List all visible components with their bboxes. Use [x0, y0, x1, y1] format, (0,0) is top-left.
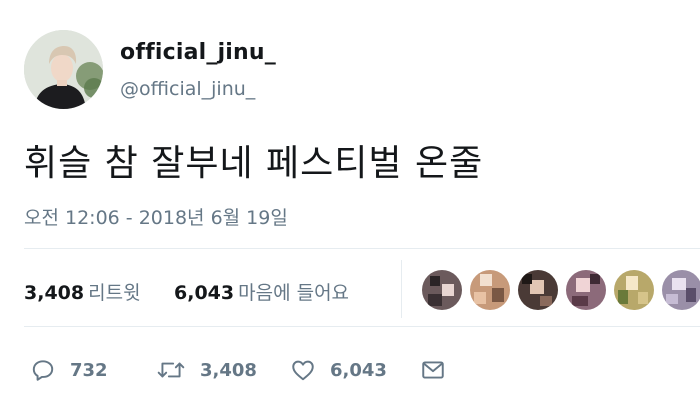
tweet-header: official_jinu_ @official_jinu_	[24, 30, 684, 110]
tweet-actions: 732 3,408 6,043	[24, 350, 700, 390]
tweet-text: 휘슬 참 잘부네 페스티벌 온줄	[24, 143, 484, 184]
liker-avatar[interactable]	[566, 270, 606, 310]
retweet-button[interactable]: 3,408	[156, 350, 257, 390]
tweet-timestamp[interactable]: 오전 12:06 - 2018년 6월 19일	[24, 203, 288, 230]
tweet-stats: 3,408 리트윗 6,043 마음에 들어요	[24, 260, 700, 318]
user-avatar-icon	[422, 270, 462, 310]
user-avatar-icon	[470, 270, 510, 310]
user-avatar-icon	[662, 270, 700, 310]
reply-icon	[30, 357, 56, 383]
liker-avatar[interactable]	[662, 270, 700, 310]
retweet-count: 3,408	[200, 359, 257, 381]
likes-stat[interactable]: 6,043 마음에 들어요	[174, 278, 349, 305]
avatar[interactable]	[24, 30, 103, 109]
user-avatar-icon	[518, 270, 558, 310]
like-count: 6,043	[330, 359, 387, 381]
retweets-stat[interactable]: 3,408 리트윗	[24, 278, 141, 305]
like-button[interactable]: 6,043	[290, 350, 387, 390]
stats-separator	[401, 260, 402, 318]
retweets-label: 리트윗	[88, 282, 141, 304]
likes-count: 6,043	[174, 282, 235, 304]
direct-message-button[interactable]	[420, 350, 446, 390]
user-avatar-icon	[614, 270, 654, 310]
user-avatar-icon	[566, 270, 606, 310]
user-handle[interactable]: @official_jinu_	[120, 78, 255, 100]
liker-avatar[interactable]	[422, 270, 462, 310]
display-name[interactable]: official_jinu_	[120, 40, 276, 65]
envelope-icon	[420, 357, 446, 383]
likes-label: 마음에 들어요	[238, 282, 350, 304]
heart-icon	[290, 357, 316, 383]
liker-avatar[interactable]	[470, 270, 510, 310]
liker-avatar[interactable]	[614, 270, 654, 310]
retweet-icon	[156, 357, 186, 383]
profile-photo-icon	[24, 30, 103, 109]
divider	[24, 326, 700, 327]
liker-avatar[interactable]	[518, 270, 558, 310]
reply-button[interactable]: 732	[30, 350, 108, 390]
divider	[24, 248, 700, 249]
reply-count: 732	[70, 359, 108, 381]
retweets-count: 3,408	[24, 282, 85, 304]
